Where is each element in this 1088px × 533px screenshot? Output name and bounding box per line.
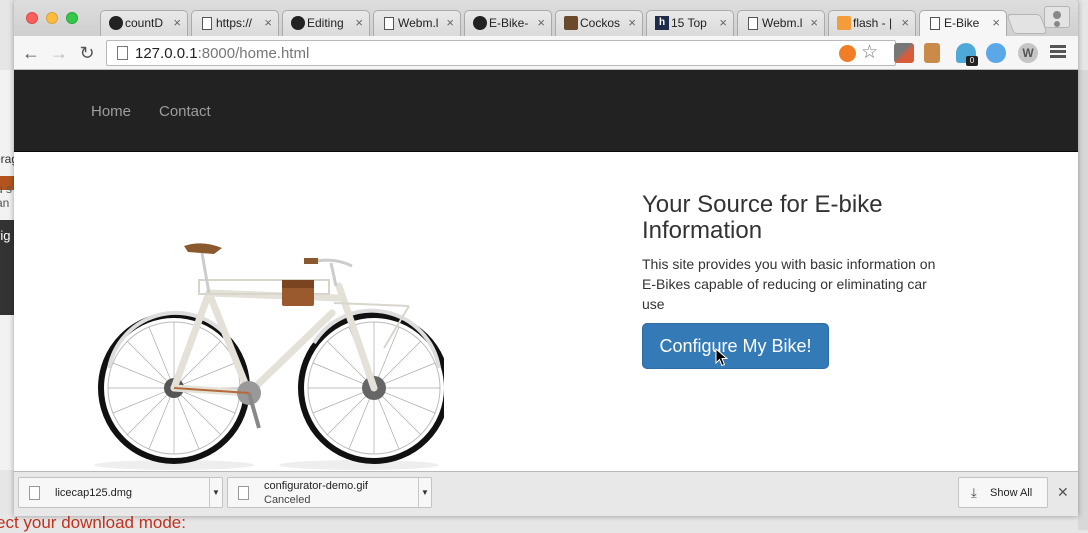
bike-image <box>94 243 444 470</box>
url-host: 127.0.0.1 <box>135 45 198 62</box>
menu-icon[interactable] <box>1050 45 1066 59</box>
page-icon <box>117 46 128 60</box>
address-bar[interactable]: 127.0.0.1:8000/home.html ☆ <box>106 40 896 66</box>
profile-button[interactable] <box>1044 6 1070 28</box>
document-icon <box>928 16 942 30</box>
tab-title: Webm.l <box>398 16 439 30</box>
nav-link-contact[interactable]: Contact <box>159 103 211 120</box>
tab-title: Webm.l <box>762 16 803 30</box>
document-icon <box>382 16 396 30</box>
extension-badge: 0 <box>966 56 978 66</box>
tab-title: Cockos <box>580 16 621 30</box>
tab-title: 15 Top <box>671 16 707 30</box>
configure-my-bike-button[interactable]: Configure My Bike! <box>642 323 829 369</box>
hero-description: This site provides you with basic inform… <box>642 256 936 312</box>
browser-tab[interactable]: Editing × <box>282 10 370 36</box>
github-icon <box>109 16 123 30</box>
w-extension-icon[interactable]: W <box>1018 43 1038 63</box>
background-text: erag <box>0 152 14 166</box>
tab-close-icon[interactable]: × <box>537 15 545 30</box>
download-shelf: licecap125.dmg ▼ configurator-demo.gif C… <box>14 471 1078 516</box>
reload-button[interactable]: ↻ <box>76 42 98 64</box>
tab-close-icon[interactable]: × <box>355 15 363 30</box>
github-icon <box>291 16 305 30</box>
tab-close-icon[interactable]: × <box>810 15 818 30</box>
new-tab-button[interactable] <box>1006 14 1048 34</box>
browser-tab[interactable]: flash - | × <box>828 10 916 36</box>
browser-toolbar: ← → ↻ 127.0.0.1:8000/home.html ☆ 0 W <box>14 36 1078 70</box>
download-status: Canceled <box>264 494 311 506</box>
show-all-label: Show All <box>990 487 1033 499</box>
nav-link-home[interactable]: Home <box>91 103 131 120</box>
browser-tab[interactable]: E-Bike × <box>919 10 1007 37</box>
tab-close-icon[interactable]: × <box>628 15 636 30</box>
mouse-cursor-icon <box>715 348 729 367</box>
forward-button[interactable]: → <box>48 42 70 64</box>
tab-title: flash - | <box>853 16 893 30</box>
extension-icon[interactable] <box>839 45 856 62</box>
background-text: u s an <box>0 182 13 210</box>
vimeo-extension-icon[interactable] <box>986 43 1006 63</box>
browser-tab[interactable]: E-Bike- × <box>464 10 552 36</box>
tab-title: E-Bike <box>944 16 980 30</box>
browser-tab[interactable]: countD × <box>100 10 188 36</box>
signpost-extension-icon[interactable] <box>924 43 940 63</box>
document-icon <box>746 16 760 30</box>
tab-title: countD <box>125 16 164 30</box>
back-button[interactable]: ← <box>20 42 42 64</box>
download-item[interactable]: configurator-demo.gif Canceled ▼ <box>227 477 432 508</box>
hero-title: Your Source for E-bike Information <box>642 191 883 244</box>
url-text[interactable]: 127.0.0.1:8000/home.html <box>135 45 309 62</box>
background-text: ect your download mode: <box>0 513 186 532</box>
window-minimize-button[interactable] <box>46 12 58 24</box>
download-menu-button[interactable]: ▼ <box>209 478 222 507</box>
tab-close-icon[interactable]: × <box>901 15 909 30</box>
github-icon <box>473 16 487 30</box>
page-viewport: Home Contact Your Source for E-bike Info… <box>14 70 1078 471</box>
h-logo-icon: h <box>655 16 669 30</box>
tab-strip: countD × https://× Editing × Webm.l × E-Bike- × C… <box>14 0 1078 37</box>
window-maximize-button[interactable] <box>66 12 78 24</box>
browser-window: countD × https://× Editing × Webm.l × E-Bike- × C… <box>14 0 1078 516</box>
tab-close-icon[interactable]: × <box>719 15 727 30</box>
bookmark-star-icon[interactable]: ☆ <box>861 41 878 64</box>
window-close-button[interactable] <box>26 12 38 24</box>
site-navbar: Home Contact <box>14 70 1078 152</box>
download-filename: licecap125.dmg <box>55 487 133 499</box>
flash-icon <box>837 16 851 30</box>
browser-tab[interactable]: h 15 Top × <box>646 10 734 36</box>
file-icon <box>29 486 40 500</box>
tab-close-icon[interactable]: × <box>446 15 454 30</box>
download-menu-button[interactable]: ▼ <box>418 478 431 507</box>
show-all-downloads-button[interactable]: ⤓ Show All <box>958 477 1048 508</box>
url-path: :8000/home.html <box>197 45 310 62</box>
file-icon <box>238 486 249 500</box>
browser-tab[interactable]: Webm.l × <box>737 10 825 36</box>
close-icon[interactable]: ✕ <box>1057 484 1069 501</box>
download-icon: ⤓ <box>971 485 977 500</box>
background-dark-block: rig <box>0 220 14 315</box>
browser-tab[interactable]: Webm.l × <box>373 10 461 36</box>
tab-close-icon[interactable]: × <box>264 15 272 30</box>
tab-title: Editing <box>307 16 344 30</box>
browser-tab[interactable]: Cockos × <box>555 10 643 36</box>
background-window-edge <box>1078 70 1088 530</box>
tab-close-icon[interactable]: × <box>173 15 181 30</box>
download-item[interactable]: licecap125.dmg ▼ <box>18 477 223 508</box>
tab-title: https:// <box>216 16 253 30</box>
eyedropper-extension-icon[interactable] <box>894 43 914 63</box>
document-icon <box>200 16 214 30</box>
cockos-icon <box>564 16 578 30</box>
tab-title: E-Bike- <box>489 16 529 30</box>
download-filename: configurator-demo.gif <box>264 480 368 492</box>
background-window-edge: erag u s an rig <box>0 70 14 470</box>
background-text: rig <box>0 228 11 243</box>
tab-close-icon[interactable]: × <box>992 15 1000 30</box>
browser-tab[interactable]: https:// × <box>191 10 279 36</box>
